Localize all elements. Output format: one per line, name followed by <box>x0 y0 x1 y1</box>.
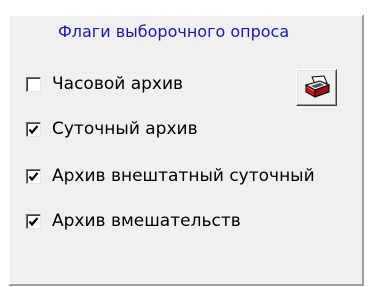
hourly-archive-label: Часовой архив <box>52 74 184 94</box>
daily-archive-label: Суточный архив <box>52 119 198 139</box>
intervention-archive-label: Архив вмешательств <box>52 211 241 231</box>
check-mark-icon <box>28 171 39 181</box>
extra-daily-archive-label: Архив внештатный суточный <box>52 166 315 186</box>
hourly-archive-option[interactable]: Часовой архив <box>26 74 183 94</box>
printer-icon <box>304 74 330 98</box>
check-mark-icon <box>28 124 39 134</box>
hourly-archive-checkbox[interactable] <box>26 76 41 92</box>
daily-archive-checkbox[interactable] <box>26 121 41 137</box>
intervention-archive-option[interactable]: Архив вмешательств <box>26 211 241 231</box>
extra-daily-archive-checkbox[interactable] <box>26 168 41 184</box>
extra-daily-archive-option[interactable]: Архив внештатный суточный <box>26 166 315 186</box>
print-button[interactable] <box>296 69 337 106</box>
daily-archive-option[interactable]: Суточный архив <box>26 119 198 139</box>
sampling-flags-group: Флаги выборочного опроса Часовой архив С… <box>8 14 364 286</box>
check-mark-icon <box>28 216 39 226</box>
intervention-archive-checkbox[interactable] <box>26 213 41 229</box>
group-title: Флаги выборочного опроса <box>58 22 290 41</box>
